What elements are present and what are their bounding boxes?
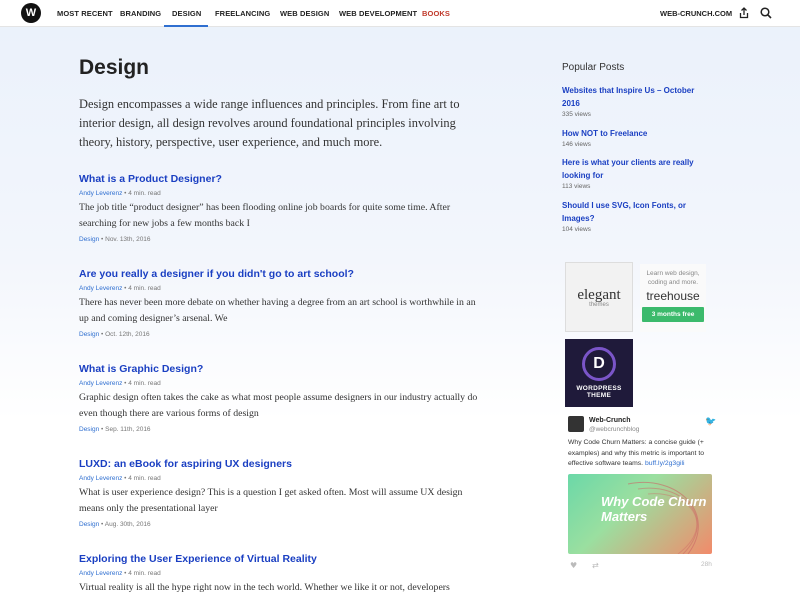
treehouse-tagline: Learn web design, coding and more. xyxy=(646,270,700,286)
post-author-link[interactable]: Andy Leverenz xyxy=(79,570,122,577)
post-read-time: 4 min. read xyxy=(128,285,161,292)
post-excerpt: Graphic design often takes the cake as w… xyxy=(79,392,478,419)
post-read-time: 4 min. read xyxy=(128,475,161,482)
divi-logo-icon: D xyxy=(582,347,616,381)
post-author-link[interactable]: Andy Leverenz xyxy=(79,380,122,387)
post-date: Sep. 11th, 2016 xyxy=(105,426,151,433)
avatar[interactable] xyxy=(568,416,584,432)
treehouse-ad[interactable]: Learn web design, coding and more. treeh… xyxy=(640,264,706,332)
post-meta: Andy Leverenz • 4 min. read xyxy=(79,380,161,387)
post-meta: Andy Leverenz • 4 min. read xyxy=(79,285,161,292)
post-read-time: 4 min. read xyxy=(128,190,161,197)
popular-post-item: Websites that Inspire Us – October 2016 … xyxy=(562,84,712,118)
post-footer: Design • Oct. 12th, 2016 xyxy=(79,331,150,338)
post-item: What is a Product Designer? Andy Leveren… xyxy=(79,173,489,243)
post-footer: Design • Sep. 11th, 2016 xyxy=(79,426,151,433)
post-item: Are you really a designer if you didn't … xyxy=(79,268,489,338)
tweet-author-name[interactable]: Web-Crunch xyxy=(589,417,630,424)
tweet-timestamp[interactable]: 28h xyxy=(701,561,712,568)
elegant-themes-ad[interactable]: elegant themes xyxy=(565,262,633,332)
post-read-time: 4 min. read xyxy=(128,570,161,577)
site-logo[interactable]: W xyxy=(21,3,41,23)
popular-posts-heading: Popular Posts xyxy=(562,62,625,73)
retweet-icon[interactable]: ⇄ xyxy=(592,561,599,570)
post-footer: Design • Nov. 13th, 2016 xyxy=(79,236,151,243)
post-date: Aug. 30th, 2016 xyxy=(104,521,151,528)
post-author-link[interactable]: Andy Leverenz xyxy=(79,190,122,197)
post-item: Exploring the User Experience of Virtual… xyxy=(79,553,489,592)
popular-post-views: 335 views xyxy=(562,111,591,118)
post-item: LUXD: an eBook for aspiring UX designers… xyxy=(79,458,489,528)
tweet-image-title: Why Code Churn Matters xyxy=(601,494,707,524)
post-excerpt: What is user experience design? This is … xyxy=(79,487,463,514)
nav-design[interactable]: DESIGN xyxy=(172,9,201,18)
search-icon[interactable] xyxy=(759,6,773,20)
nav-branding[interactable]: BRANDING xyxy=(120,9,161,18)
post-date: Oct. 12th, 2016 xyxy=(105,331,150,338)
post-category-link[interactable]: Design xyxy=(79,331,99,338)
tweet-link[interactable]: buff.ly/2g3gili xyxy=(645,460,685,467)
nav-books[interactable]: BOOKS xyxy=(422,9,450,18)
post-read-time: 4 min. read xyxy=(128,380,161,387)
share-icon[interactable] xyxy=(737,6,751,20)
post-meta: Andy Leverenz • 4 min. read xyxy=(79,475,161,482)
post-title-link[interactable]: What is a Product Designer? xyxy=(79,173,489,185)
site-link[interactable]: WEB-CRUNCH.COM xyxy=(660,9,732,18)
tweet-author-handle[interactable]: @webcrunchblog xyxy=(589,426,639,433)
twitter-bird-icon[interactable]: 🐦 xyxy=(705,417,716,427)
post-category-link[interactable]: Design xyxy=(79,236,99,243)
post-meta: Andy Leverenz • 4 min. read xyxy=(79,570,161,577)
category-intro: Design encompasses a wide range influenc… xyxy=(79,97,460,149)
elegant-sub: themes xyxy=(589,302,609,308)
nav-web-development[interactable]: WEB DEVELOPMENT xyxy=(339,9,417,18)
post-category-link[interactable]: Design xyxy=(79,521,99,528)
post-date: Nov. 13th, 2016 xyxy=(105,236,151,243)
popular-post-views: 113 views xyxy=(562,183,591,190)
popular-post-views: 146 views xyxy=(562,141,591,148)
post-footer: Design • Aug. 30th, 2016 xyxy=(79,521,151,528)
post-title-link[interactable]: Exploring the User Experience of Virtual… xyxy=(79,553,489,565)
nav-active-indicator xyxy=(164,25,208,27)
popular-post-link[interactable]: Websites that Inspire Us – October 2016 xyxy=(562,84,712,110)
post-title-link[interactable]: What is Graphic Design? xyxy=(79,363,489,375)
post-excerpt: The job title “product designer” has bee… xyxy=(79,202,451,229)
post-item: What is Graphic Design? Andy Leverenz • … xyxy=(79,363,489,433)
popular-post-item: Should I use SVG, Icon Fonts, or Images?… xyxy=(562,199,712,233)
nav-most-recent[interactable]: MOST RECENT xyxy=(57,9,113,18)
popular-post-link[interactable]: Should I use SVG, Icon Fonts, or Images? xyxy=(562,199,712,225)
post-excerpt: There has never been more debate on whet… xyxy=(79,297,476,324)
page-title: Design xyxy=(79,56,150,79)
post-author-link[interactable]: Andy Leverenz xyxy=(79,475,122,482)
treehouse-brand: treehouse xyxy=(646,289,700,303)
tweet-image[interactable]: Why Code Churn Matters xyxy=(568,474,712,554)
post-title-link[interactable]: LUXD: an eBook for aspiring UX designers xyxy=(79,458,489,470)
divi-label: WORDPRESS THEME xyxy=(576,385,622,399)
post-category-link[interactable]: Design xyxy=(79,426,99,433)
post-excerpt: Virtual reality is all the hype right no… xyxy=(79,582,450,592)
post-meta: Andy Leverenz • 4 min. read xyxy=(79,190,161,197)
treehouse-cta-button[interactable]: 3 months free xyxy=(642,307,704,322)
popular-post-link[interactable]: How NOT to Freelance xyxy=(562,127,712,140)
post-author-link[interactable]: Andy Leverenz xyxy=(79,285,122,292)
popular-post-item: Here is what your clients are really loo… xyxy=(562,156,712,190)
divi-theme-ad[interactable]: D WORDPRESS THEME xyxy=(565,339,633,407)
post-title-link[interactable]: Are you really a designer if you didn't … xyxy=(79,268,489,280)
tweet-text: Why Code Churn Matters: a concise guide … xyxy=(568,438,716,470)
top-nav: W MOST RECENT BRANDING DESIGN FREELANCIN… xyxy=(0,0,800,27)
nav-web-design[interactable]: WEB DESIGN xyxy=(280,9,329,18)
popular-post-item: How NOT to Freelance 146 views xyxy=(562,127,712,148)
nav-freelancing[interactable]: FREELANCING xyxy=(215,9,270,18)
popular-post-views: 104 views xyxy=(562,226,591,233)
heart-icon[interactable]: ♥ xyxy=(570,561,577,570)
popular-post-link[interactable]: Here is what your clients are really loo… xyxy=(562,156,712,182)
